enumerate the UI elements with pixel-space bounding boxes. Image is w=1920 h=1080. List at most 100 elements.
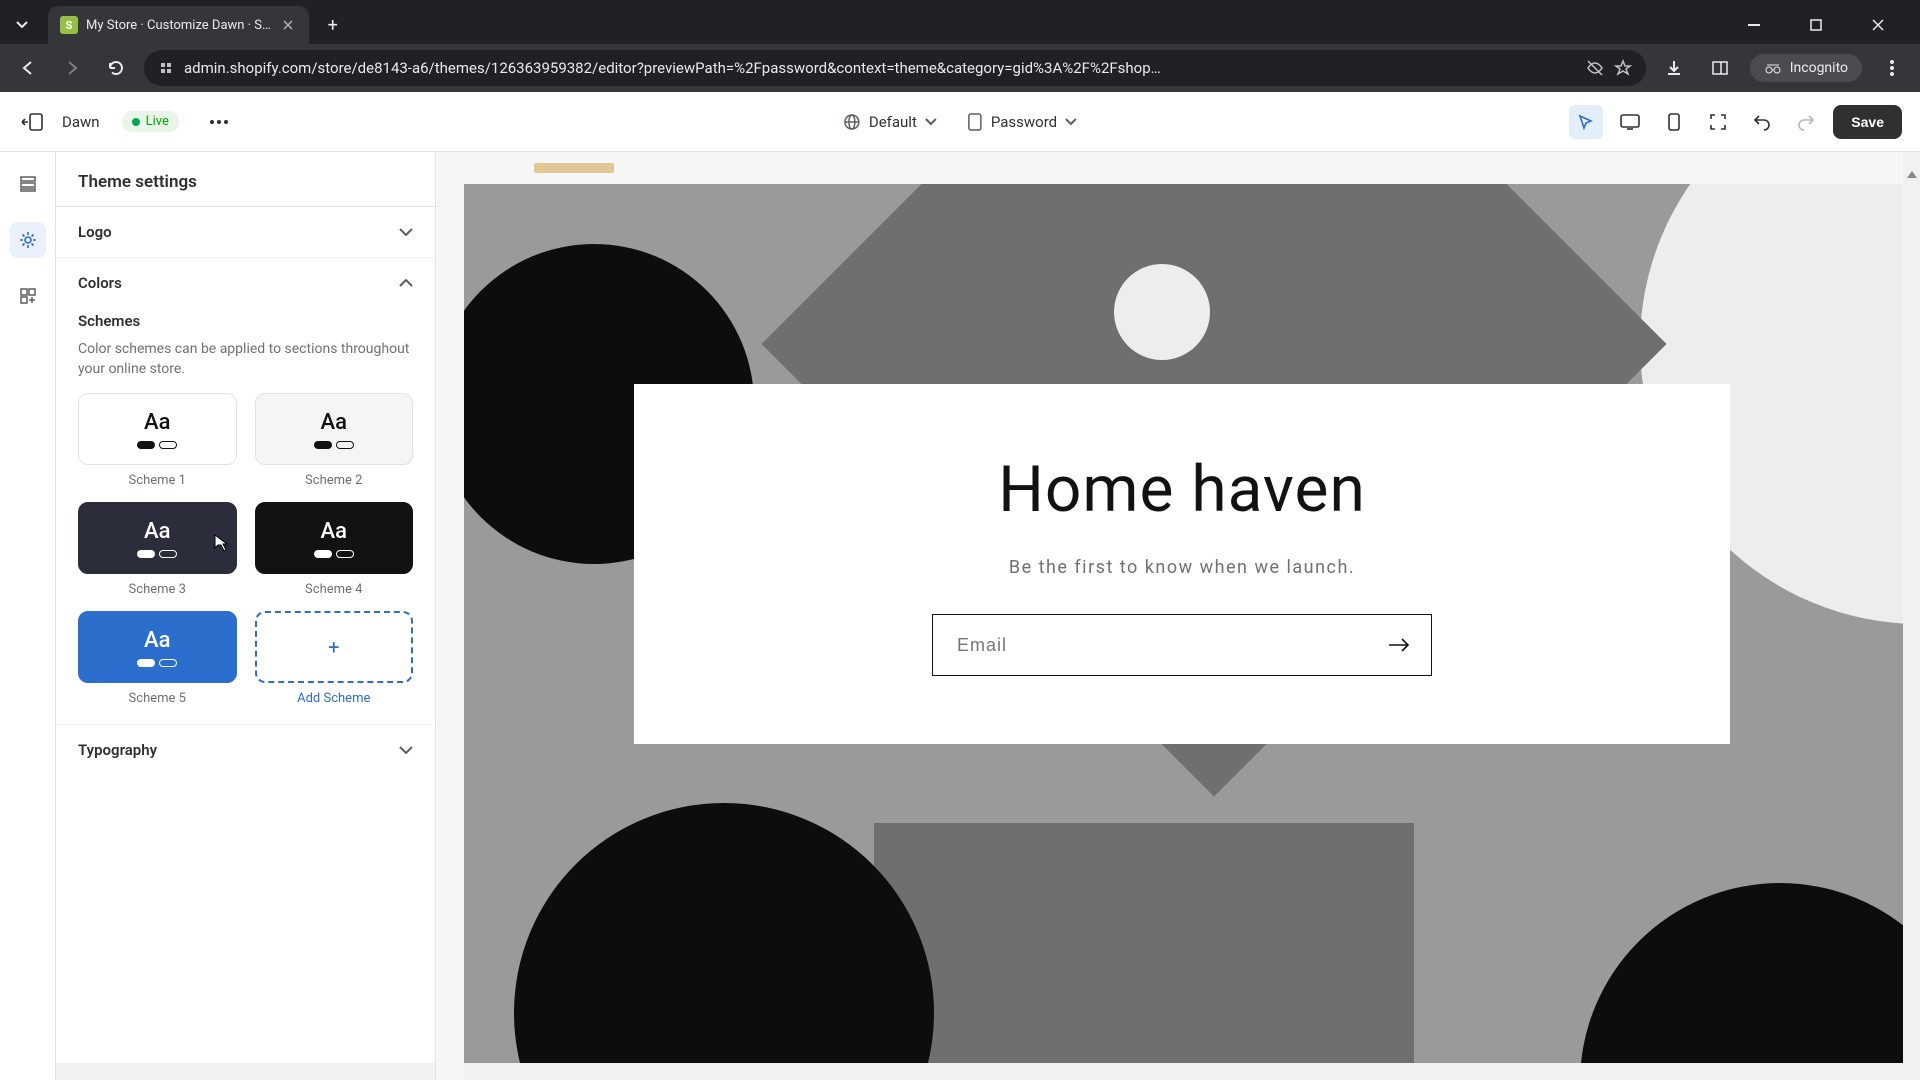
close-tab-button[interactable] [279,16,297,34]
nav-forward-button[interactable] [56,52,88,84]
browser-menu-button[interactable] [1876,52,1908,84]
section-colors-label: Colors [78,274,122,292]
gear-icon [19,231,37,249]
fullscreen-icon [1709,113,1727,131]
scheme-swatch-4[interactable]: Aa [255,502,414,574]
preview-thumbnail [534,163,614,173]
tab-strip: S My Store · Customize Dawn · S… + [0,0,1920,44]
page-dropdown-label: Password [991,113,1057,131]
browser-nav-right: Incognito [1658,52,1908,84]
theme-name: Dawn [62,113,100,131]
close-icon [1872,19,1884,31]
browser-tab[interactable]: S My Store · Customize Dawn · S… [48,6,309,44]
arrow-left-icon [19,59,37,77]
viewport-fullscreen-button[interactable] [1701,105,1735,139]
url-bar[interactable]: admin.shopify.com/store/de8143-a6/themes… [144,50,1646,86]
viewport-mobile-button[interactable] [1657,105,1691,139]
add-scheme-button[interactable]: + [255,611,414,683]
maximize-button[interactable] [1794,9,1838,41]
incognito-icon [1764,61,1782,75]
bookmark-icon[interactable] [1614,59,1632,77]
window-controls [1732,9,1912,41]
undo-button[interactable] [1745,105,1779,139]
nav-reload-button[interactable] [100,52,132,84]
scheme-label-4: Scheme 4 [305,582,362,597]
tab-title: My Store · Customize Dawn · S… [86,18,271,33]
inspector-button[interactable] [1569,105,1603,139]
live-badge: Live [122,111,179,132]
site-settings-icon[interactable] [158,60,174,76]
cursor-pointer-icon [209,533,229,557]
email-input[interactable] [933,615,1367,675]
browser-chrome: S My Store · Customize Dawn · S… + admin… [0,0,1920,92]
scheme-sample-text: Aa [144,628,170,653]
url-text: admin.shopify.com/store/de8143-a6/themes… [184,59,1576,77]
close-window-button[interactable] [1856,9,1900,41]
scheme-swatch-2[interactable]: Aa [255,393,414,465]
chevron-down-icon [399,228,413,236]
eye-off-icon[interactable] [1586,59,1604,77]
live-label: Live [146,114,169,129]
section-typography-label: Typography [78,741,157,759]
section-colors[interactable]: Colors [56,257,435,308]
plus-icon: + [328,635,339,659]
theme-editor-app: Dawn Live Default Password [0,92,1920,1080]
save-button[interactable]: Save [1833,105,1902,139]
scheme-grid: Aa Scheme 1 Aa Scheme 2 [78,393,413,706]
exit-editor-button[interactable] [18,108,46,136]
redo-icon [1797,113,1815,131]
page-dropdown[interactable]: Password [967,113,1077,131]
preview-vscroll[interactable] [1903,152,1920,1080]
apps-icon [19,287,37,305]
globe-icon [843,113,861,131]
sidebar-hscroll[interactable] [56,1063,435,1080]
new-tab-button[interactable]: + [317,9,349,41]
nav-back-button[interactable] [12,52,44,84]
theme-more-button[interactable] [203,106,235,138]
preview-header-strip [464,152,1920,184]
rail-sections-button[interactable] [10,166,46,202]
section-logo[interactable]: Logo [56,206,435,257]
close-icon [283,20,293,30]
sidebar-title: Theme settings [56,152,435,206]
rail-theme-settings-button[interactable] [10,222,46,258]
mobile-icon [1668,113,1680,131]
preview-canvas[interactable]: Home haven Be the first to know when we … [464,184,1920,1063]
decorative-shape [514,803,934,1063]
incognito-indicator[interactable]: Incognito [1750,54,1862,82]
section-typography[interactable]: Typography [56,724,435,775]
viewport-desktop-button[interactable] [1613,105,1647,139]
maximize-icon [1810,19,1822,31]
email-submit-button[interactable] [1367,615,1431,675]
tab-search-dropdown[interactable] [8,11,36,39]
scheme-label-3: Scheme 3 [129,582,186,597]
scheme-swatch-5[interactable]: Aa [78,611,237,683]
scheme-sample-text: Aa [321,410,347,435]
app-header: Dawn Live Default Password [0,92,1920,152]
side-panel-button[interactable] [1704,52,1736,84]
section-logo-label: Logo [78,223,112,241]
preview-hscroll[interactable] [464,1063,1920,1080]
colors-panel: Schemes Color schemes can be applied to … [56,312,435,724]
kebab-icon [1890,59,1894,77]
minimize-button[interactable] [1732,9,1776,41]
scheme-label-5: Scheme 5 [129,691,186,706]
signup-subtext: Be the first to know when we launch. [1009,557,1355,578]
scheme-sample-text: Aa [321,519,347,544]
redo-button[interactable] [1789,105,1823,139]
template-dropdown[interactable]: Default [843,113,937,131]
template-dropdown-label: Default [869,113,917,131]
download-icon [1665,59,1683,77]
downloads-button[interactable] [1658,52,1690,84]
scheme-swatch-3[interactable]: Aa [78,502,237,574]
chevron-down-icon [16,21,28,29]
incognito-label: Incognito [1790,60,1848,76]
scheme-sample-text: Aa [144,519,170,544]
undo-icon [1753,113,1771,131]
favicon-icon: S [60,16,78,34]
preview-pane: Home haven Be the first to know when we … [436,152,1920,1080]
rail-apps-button[interactable] [10,278,46,314]
sidebar-scroll[interactable]: Theme settings Logo Colors Schemes Color… [56,152,435,1063]
scheme-swatch-1[interactable]: Aa [78,393,237,465]
status-dot-icon [132,118,140,126]
